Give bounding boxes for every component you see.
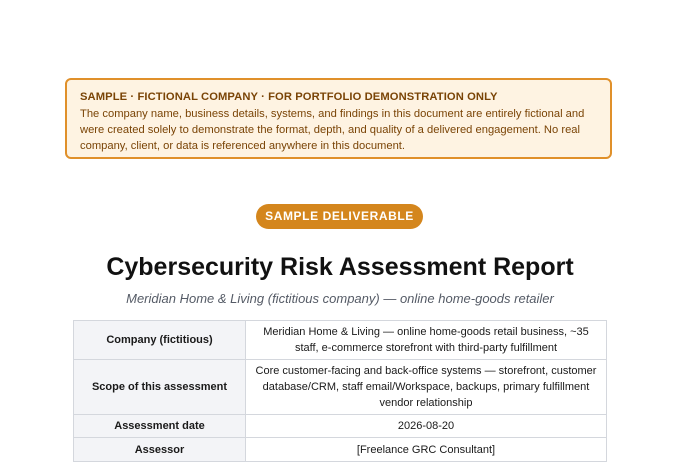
sample-deliverable-badge: SAMPLE DELIVERABLE [256,204,423,229]
report-subtitle: Meridian Home & Living (fictitious compa… [126,291,554,306]
notice-body: The company name, business details, syst… [80,108,585,152]
assessment-details-table: Company (fictitious) Meridian Home & Liv… [73,320,607,462]
report-title: Cybersecurity Risk Assessment Report [106,253,574,281]
table-row: Assessor [Freelance GRC Consultant] [73,437,607,462]
table-row: Assessment date 2026-08-20 [73,414,607,438]
table-row: Scope of this assessment Core customer-f… [73,359,607,415]
detail-label: Company (fictitious) [73,320,246,360]
detail-value: Meridian Home & Living — online home-goo… [245,320,607,360]
detail-value: [Freelance GRC Consultant] [245,437,607,462]
table-row: Company (fictitious) Meridian Home & Liv… [73,320,607,360]
sample-disclaimer-notice: SAMPLE · FICTIONAL COMPANY · FOR PORTFOL… [65,78,612,159]
detail-label: Scope of this assessment [73,359,246,415]
detail-value: 2026-08-20 [245,414,607,438]
detail-label: Assessor [73,437,246,462]
detail-label: Assessment date [73,414,246,438]
notice-title: SAMPLE · FICTIONAL COMPANY · FOR PORTFOL… [80,91,498,103]
detail-value: Core customer-facing and back-office sys… [245,359,607,415]
